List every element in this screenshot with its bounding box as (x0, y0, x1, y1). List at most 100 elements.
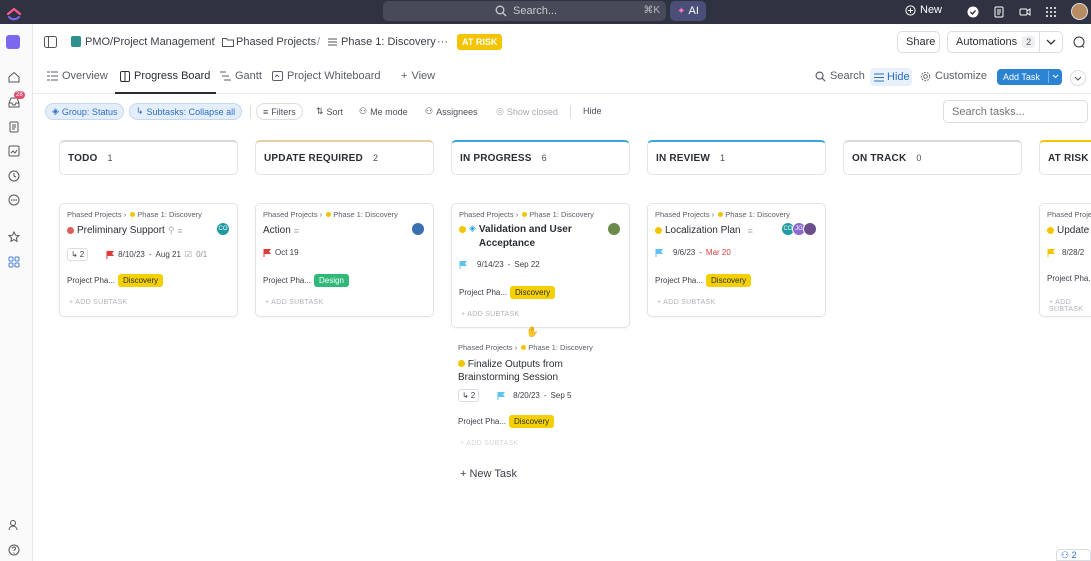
column-header-on-track[interactable]: ON TRACK 0 (843, 140, 1022, 175)
add-subtask-button[interactable]: + ADD SUBTASK (460, 440, 518, 447)
new-task-button[interactable]: + New Task (460, 468, 517, 480)
tab-overview[interactable]: Overview (47, 70, 108, 82)
task-card[interactable]: Phased Projects › Phase 1: Discovery Pre… (59, 203, 238, 317)
view-customize-button[interactable]: Customize (920, 70, 987, 82)
help-icon[interactable] (7, 543, 21, 557)
tab-whiteboard[interactable]: Project Whiteboard (272, 70, 381, 82)
me-mode-chip[interactable]: ⚇ Me mode (353, 103, 414, 120)
collapse-toolbar-button[interactable] (1070, 70, 1086, 86)
add-subtask-button[interactable]: + ADD SUBTASK (657, 299, 715, 306)
phase-tag[interactable]: Discovery (118, 274, 164, 287)
task-title[interactable]: Action ≡ (263, 225, 299, 236)
column-header-in-progress[interactable]: IN PROGRESS 6 (451, 140, 630, 175)
video-camera-icon[interactable] (1018, 5, 1032, 19)
tab-progress-board[interactable]: Progress Board (120, 70, 210, 82)
chat-icon[interactable] (1073, 36, 1085, 48)
search-tasks-input[interactable] (943, 100, 1088, 123)
breadcrumb-list[interactable]: Phase 1: Discovery (341, 36, 436, 48)
docs-icon[interactable] (7, 120, 21, 134)
phase-tag[interactable]: Discovery (509, 415, 555, 428)
phase-tag[interactable]: Design (314, 274, 349, 287)
column-header-todo[interactable]: TODO 1 (59, 140, 238, 175)
assignees-chip[interactable]: ⚇ Assignees (419, 103, 484, 120)
flag-blue-icon[interactable] (459, 260, 467, 269)
due-date[interactable]: Oct 19 (275, 248, 299, 257)
share-button[interactable]: Share (897, 31, 940, 53)
column-header-in-review[interactable]: IN REVIEW 1 (647, 140, 826, 175)
avatar[interactable] (607, 222, 621, 236)
flag-blue-icon[interactable] (655, 248, 663, 257)
spaces-grid-icon[interactable] (7, 255, 21, 269)
tab-gantt[interactable]: Gantt (220, 70, 262, 82)
task-card[interactable]: Phased Projects › Phase 1: Discovery Fin… (451, 337, 630, 455)
clickup-logo-icon[interactable] (6, 3, 22, 21)
timer-icon[interactable] (7, 169, 21, 183)
avatar[interactable] (803, 222, 817, 236)
user-avatar[interactable] (1071, 3, 1088, 20)
check-circle-icon[interactable] (966, 5, 980, 19)
subtasks-chip[interactable]: ↳ Subtasks: Collapse all (129, 103, 243, 120)
more-circle-icon[interactable] (7, 193, 21, 207)
hide-filter-button[interactable]: Hide (583, 106, 602, 116)
task-title[interactable]: Localization Plan ≡ (655, 225, 753, 236)
task-card[interactable]: Phased Projects › Phase 1: Discovery ◈ V… (451, 203, 630, 328)
start-date[interactable]: 9/6/23 (673, 248, 695, 257)
breadcrumb-space[interactable]: PMO/Project Management (85, 36, 215, 48)
add-subtask-button[interactable]: + ADD SUBTASK (461, 311, 519, 318)
sort-chip[interactable]: ⇅ Sort (310, 103, 349, 120)
breadcrumb-folder[interactable]: Phased Projects (236, 36, 316, 48)
checklist-count[interactable]: 0/1 (196, 250, 207, 259)
view-hide-button[interactable]: Hide (870, 68, 912, 86)
start-date[interactable]: 9/14/23 (477, 260, 504, 269)
flag-yellow-icon[interactable] (1047, 248, 1055, 257)
flag-blue-icon[interactable] (497, 391, 506, 400)
more-options-icon[interactable]: ··· (437, 36, 448, 48)
tab-add-view[interactable]: + View (401, 70, 435, 82)
list-status-badge[interactable]: AT RISK (457, 34, 503, 50)
start-date[interactable]: 8/20/23 (513, 391, 540, 400)
add-subtask-button[interactable]: + ADD SUBTASK (1049, 299, 1091, 313)
task-title[interactable]: Finalize Outputs from Brainstorming Sess… (458, 358, 618, 384)
avatar[interactable] (411, 222, 425, 236)
apps-grid-icon[interactable] (1044, 5, 1058, 19)
dashboards-icon[interactable] (7, 144, 21, 158)
subtask-count[interactable]: ↳ 2 (67, 248, 89, 261)
due-date[interactable]: Aug 21 (156, 250, 181, 259)
start-date[interactable]: 8/10/23 (118, 250, 145, 259)
add-subtask-button[interactable]: + ADD SUBTASK (265, 299, 323, 306)
favorites-star-icon[interactable] (7, 230, 21, 244)
due-date[interactable]: Mar 20 (706, 248, 731, 257)
show-closed-chip[interactable]: ◎ Show closed (490, 103, 564, 120)
presence-indicator[interactable]: ⚇ 2 (1056, 549, 1091, 561)
sidebar-toggle-icon[interactable] (44, 36, 57, 48)
filters-chip[interactable]: ≡ Filters (256, 103, 303, 120)
add-task-button[interactable]: Add Task (997, 69, 1062, 85)
workspace-icon[interactable] (6, 35, 20, 49)
column-header-at-risk[interactable]: AT RISK (1039, 140, 1091, 175)
invite-user-icon[interactable] (7, 518, 21, 532)
home-icon[interactable] (7, 70, 21, 84)
start-date[interactable]: 8/28/2 (1062, 248, 1084, 257)
view-search-button[interactable]: Search (815, 70, 865, 82)
phase-tag[interactable]: Discovery (510, 286, 556, 299)
task-title[interactable]: ◈ Validation and User Acceptance (459, 223, 604, 251)
task-title[interactable]: Update (1047, 225, 1089, 236)
task-card[interactable]: Phased Projects › Phase 1: Discovery Loc… (647, 203, 826, 317)
flag-red-icon[interactable] (106, 250, 115, 259)
automations-dropdown[interactable] (1039, 31, 1063, 53)
new-button[interactable]: New (905, 4, 942, 16)
task-title[interactable]: Preliminary Support ⚲ ≡ (67, 225, 183, 236)
due-date[interactable]: Sep 5 (551, 391, 572, 400)
ai-button[interactable]: ✦ AI (670, 1, 706, 21)
column-header-update-required[interactable]: UPDATE REQUIRED 2 (255, 140, 434, 175)
add-subtask-button[interactable]: + ADD SUBTASK (69, 299, 127, 306)
subtask-count[interactable]: ↳ 2 (458, 389, 480, 402)
phase-tag[interactable]: Discovery (706, 274, 752, 287)
automations-button[interactable]: Automations 2 (947, 31, 1040, 53)
flag-red-icon[interactable] (263, 248, 271, 257)
task-card[interactable]: Phased Projects Update 8/28/2 Project Ph… (1039, 203, 1091, 317)
notepad-icon[interactable] (992, 5, 1006, 19)
due-date[interactable]: Sep 22 (514, 260, 539, 269)
avatar[interactable]: CO (216, 222, 230, 236)
chevron-down-icon[interactable] (1052, 74, 1059, 79)
